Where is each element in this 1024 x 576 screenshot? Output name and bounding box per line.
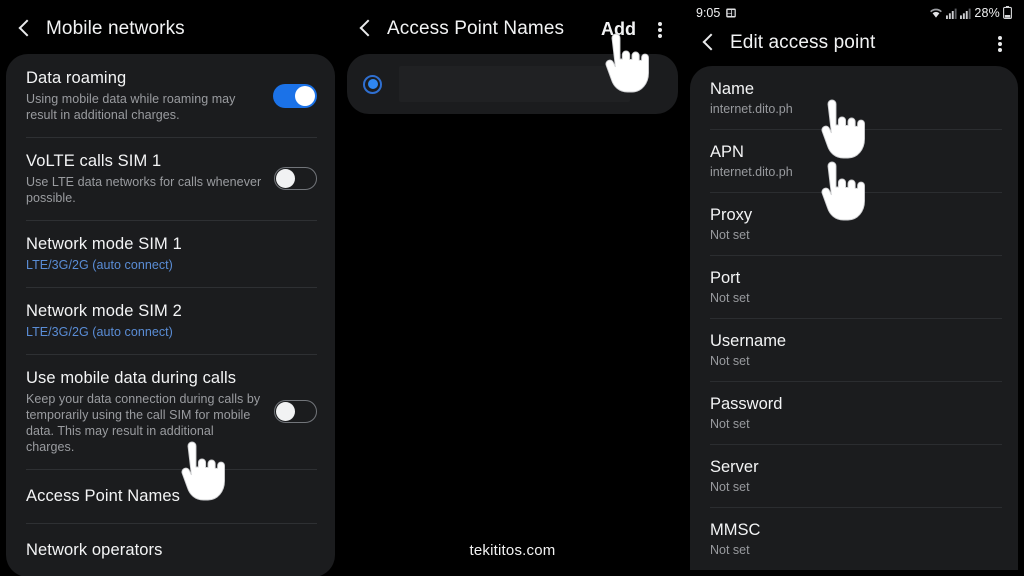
row-title: Use mobile data during calls <box>26 369 237 387</box>
field-label: Name <box>710 80 755 98</box>
row-subtitle: LTE/3G/2G (auto connect) <box>26 325 173 339</box>
field-value: Not set <box>710 543 750 557</box>
left-appbar: Mobile networks <box>0 0 341 54</box>
chevron-left-icon[interactable] <box>355 18 377 40</box>
field-label: APN <box>710 143 744 161</box>
page-title: Access Point Names <box>387 18 565 39</box>
field-row-name[interactable]: Name internet.dito.ph <box>690 66 1018 129</box>
row-title: Data roaming <box>26 69 127 87</box>
setting-row-access-point-names[interactable]: Access Point Names <box>6 469 335 523</box>
status-left: 9:05 <box>696 6 737 20</box>
field-row-apn[interactable]: APN internet.dito.ph <box>690 129 1018 192</box>
watermark: tekititos.com <box>469 542 556 559</box>
status-clock: 9:05 <box>696 5 721 20</box>
field-row-password[interactable]: Password Not set <box>690 381 1018 444</box>
row-subtitle: Keep your data connection during calls b… <box>26 392 261 454</box>
field-value: Not set <box>710 417 750 431</box>
right-appbar: Edit access point <box>684 22 1024 66</box>
screenshot-root: Mobile networks Data roaming Using mobil… <box>0 0 1024 576</box>
row-title: VoLTE calls SIM 1 <box>26 152 162 170</box>
chevron-left-icon[interactable] <box>698 32 720 54</box>
apn-radio-selected[interactable] <box>363 74 382 94</box>
row-text: Network operators <box>26 540 317 560</box>
field-value: Not set <box>710 354 750 368</box>
field-row-username[interactable]: Username Not set <box>690 318 1018 381</box>
field-value: Not set <box>710 291 750 305</box>
setting-row-data-roaming[interactable]: Data roaming Using mobile data while roa… <box>6 54 335 137</box>
panel-mobile-networks: Mobile networks Data roaming Using mobil… <box>0 0 341 576</box>
field-label: Password <box>710 395 783 413</box>
field-label: Server <box>710 458 759 476</box>
toggle-knob <box>276 169 295 188</box>
row-title: Network mode SIM 2 <box>26 302 182 320</box>
field-row-server[interactable]: Server Not set <box>690 444 1018 507</box>
row-text: Use mobile data during calls Keep your d… <box>26 368 274 455</box>
edit-access-point-card: Name internet.dito.ph APN internet.dito.… <box>690 66 1018 570</box>
setting-row-volte-sim1[interactable]: VoLTE calls SIM 1 Use LTE data networks … <box>6 137 335 220</box>
setting-row-network-operators[interactable]: Network operators <box>6 523 335 576</box>
row-text: VoLTE calls SIM 1 Use LTE data networks … <box>26 151 274 206</box>
row-text: Access Point Names <box>26 486 317 506</box>
field-label: Port <box>710 269 741 287</box>
chevron-left-icon[interactable] <box>14 18 36 40</box>
battery-icon <box>1003 6 1012 19</box>
alarm-icon <box>726 8 737 17</box>
kebab-menu-icon[interactable] <box>650 18 670 40</box>
row-subtitle: Use LTE data networks for calls whenever… <box>26 175 262 205</box>
panel-edit-access-point: 9:05 28% Edit access point Name internet… <box>684 0 1024 576</box>
field-label: Username <box>710 332 787 350</box>
mobile-networks-card: Data roaming Using mobile data while roa… <box>6 54 335 576</box>
setting-row-network-mode-sim2[interactable]: Network mode SIM 2 LTE/3G/2G (auto conne… <box>6 287 335 354</box>
row-subtitle: Using mobile data while roaming may resu… <box>26 92 236 122</box>
row-text: Network mode SIM 1 LTE/3G/2G (auto conne… <box>26 234 317 273</box>
row-title: Network mode SIM 1 <box>26 235 182 253</box>
add-button[interactable]: Add <box>601 19 636 40</box>
field-value: internet.dito.ph <box>710 165 793 179</box>
row-title: Network operators <box>26 541 163 559</box>
setting-row-mobile-data-during-calls[interactable]: Use mobile data during calls Keep your d… <box>6 354 335 469</box>
field-value: Not set <box>710 228 750 242</box>
toggle-knob <box>276 402 295 421</box>
radio-dot <box>367 79 378 89</box>
toggle-volte-sim1[interactable] <box>274 167 317 190</box>
row-title: Access Point Names <box>26 487 181 505</box>
field-value: Not set <box>710 480 750 494</box>
field-label: Proxy <box>710 206 753 224</box>
apn-name-placeholder <box>399 66 630 102</box>
row-subtitle: LTE/3G/2G (auto connect) <box>26 258 173 272</box>
apn-list-item[interactable] <box>347 54 678 114</box>
field-label: MMSC <box>710 521 761 539</box>
battery-percent-label: 28% <box>974 5 1000 20</box>
status-bar: 9:05 28% <box>684 0 1024 22</box>
page-title: Edit access point <box>730 32 876 53</box>
toggle-mobile-data-during-calls[interactable] <box>274 400 317 423</box>
page-title: Mobile networks <box>46 18 185 39</box>
status-right: 28% <box>929 6 1012 20</box>
toggle-knob <box>295 85 315 106</box>
row-text: Data roaming Using mobile data while roa… <box>26 68 273 123</box>
toggle-data-roaming[interactable] <box>273 83 317 108</box>
signal-bars-icon <box>960 8 971 19</box>
panel-access-point-names: Access Point Names Add tekititos.com <box>341 0 684 576</box>
field-row-mmsc[interactable]: MMSC Not set <box>690 507 1018 570</box>
wifi-icon <box>930 8 943 18</box>
setting-row-network-mode-sim1[interactable]: Network mode SIM 1 LTE/3G/2G (auto conne… <box>6 220 335 287</box>
kebab-menu-icon[interactable] <box>990 32 1010 54</box>
field-row-port[interactable]: Port Not set <box>690 255 1018 318</box>
field-row-proxy[interactable]: Proxy Not set <box>690 192 1018 255</box>
row-text: Network mode SIM 2 LTE/3G/2G (auto conne… <box>26 301 317 340</box>
signal-bars-icon <box>946 8 957 19</box>
field-value: internet.dito.ph <box>710 102 793 116</box>
mid-appbar: Access Point Names Add <box>341 0 684 54</box>
